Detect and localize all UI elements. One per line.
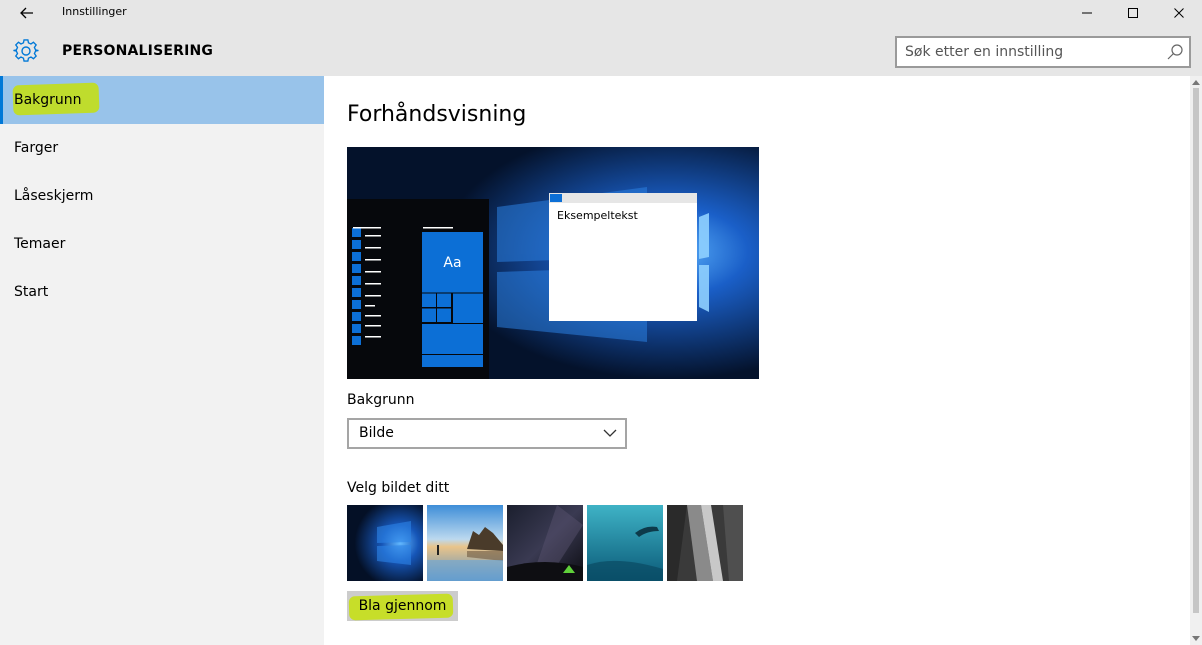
sidebar-item-label: Start <box>14 284 49 300</box>
rock-thumbnail-image <box>667 505 743 581</box>
search-box[interactable] <box>895 36 1191 68</box>
background-label: Bakgrunn <box>347 392 415 408</box>
sidebar-item-label: Låseskjerm <box>14 188 94 204</box>
background-dropdown[interactable]: Bilde <box>347 418 627 449</box>
sidebar-item-temaer[interactable]: Temaer <box>0 220 324 268</box>
thumbnail-rock[interactable] <box>667 505 743 581</box>
windows-wallpaper-image <box>347 147 759 379</box>
window-title: Innstillinger <box>62 5 127 18</box>
thumbnail-night-sky[interactable] <box>507 505 583 581</box>
thumbnail-windows[interactable] <box>347 505 423 581</box>
maximize-button[interactable] <box>1110 0 1156 26</box>
background-dropdown-value: Bilde <box>359 425 394 441</box>
sidebar-item-laseskjerm[interactable]: Låseskjerm <box>0 172 324 220</box>
sidebar-item-label: Bakgrunn <box>14 92 82 108</box>
windows-thumbnail-image <box>347 505 423 581</box>
back-button[interactable] <box>14 2 40 24</box>
scroll-down-arrow-icon[interactable] <box>1192 636 1200 642</box>
page-title: PERSONALISERING <box>62 43 214 59</box>
underwater-thumbnail-image <box>587 505 663 581</box>
sidebar-item-label: Temaer <box>14 236 66 252</box>
title-bar: Innstillinger <box>0 0 1202 26</box>
scroll-up-arrow-icon[interactable] <box>1192 79 1200 85</box>
scrollbar-thumb[interactable] <box>1193 88 1199 613</box>
choose-picture-label: Velg bildet ditt <box>347 480 450 496</box>
night-sky-thumbnail-image <box>507 505 583 581</box>
close-icon <box>1174 8 1184 18</box>
minimize-button[interactable] <box>1064 0 1110 26</box>
main-content: Forhåndsvisning Aa Eksempeltekst Bakgrun… <box>324 76 1190 645</box>
sidebar-item-farger[interactable]: Farger <box>0 124 324 172</box>
settings-header: PERSONALISERING <box>0 26 1202 76</box>
beach-thumbnail-image <box>427 505 503 581</box>
sidebar-item-bakgrunn[interactable]: Bakgrunn <box>0 76 324 124</box>
browse-button-label: Bla gjennom <box>358 598 447 614</box>
scrollbar[interactable] <box>1190 76 1202 645</box>
sidebar-item-label: Farger <box>14 140 59 156</box>
browse-button[interactable]: Bla gjennom <box>347 591 458 621</box>
preview-heading: Forhåndsvisning <box>347 102 527 127</box>
chevron-down-icon <box>603 429 617 437</box>
minimize-icon <box>1082 12 1092 14</box>
maximize-icon <box>1128 8 1138 18</box>
preview-window-text: Eksempeltekst <box>557 209 638 222</box>
thumbnail-beach[interactable] <box>427 505 503 581</box>
search-icon[interactable] <box>1166 43 1184 61</box>
background-preview: Aa Eksempeltekst <box>347 147 759 379</box>
thumbnail-underwater[interactable] <box>587 505 663 581</box>
sidebar-item-start[interactable]: Start <box>0 268 324 316</box>
gear-icon <box>13 39 39 62</box>
close-button[interactable] <box>1156 0 1202 26</box>
search-input[interactable] <box>905 43 1155 61</box>
preview-tile-label: Aa <box>443 255 462 271</box>
sidebar: Bakgrunn Farger Låseskjerm Temaer Start <box>0 76 324 645</box>
back-arrow-icon <box>20 7 33 19</box>
